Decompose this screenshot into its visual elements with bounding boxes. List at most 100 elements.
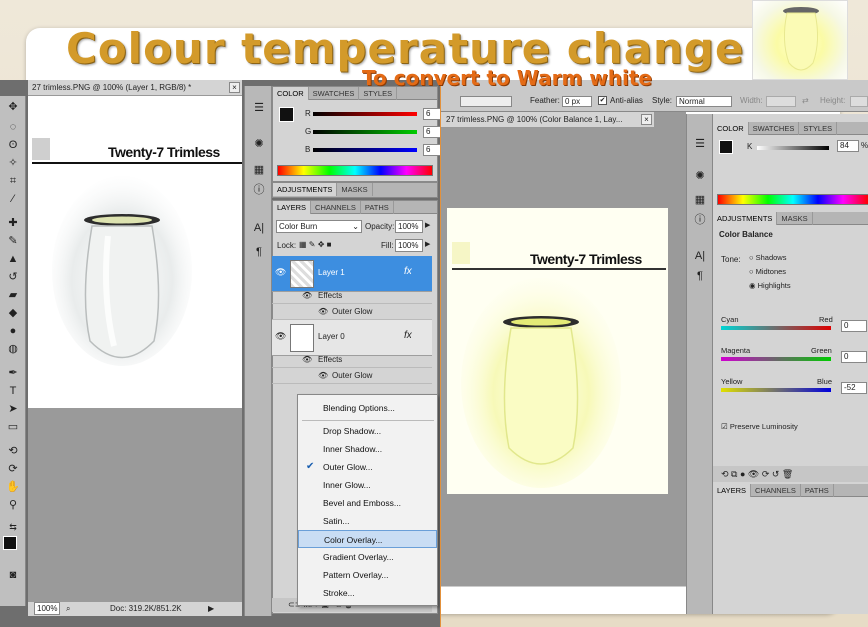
tab-swatches[interactable]: SWATCHES [749, 122, 800, 135]
yellow-blue-value[interactable]: -52 [841, 382, 867, 394]
shape-tool-icon[interactable]: ▭ [5, 420, 21, 434]
blue-bar[interactable] [313, 148, 417, 152]
move-tool-icon[interactable]: ✥ [5, 100, 21, 114]
left-document-tab[interactable]: 27 trimless.PNG @ 100% (Layer 1, RGB/8) … [28, 80, 242, 96]
fx-icon[interactable]: fx [404, 330, 412, 341]
outer-glow-row-layer-1[interactable]: 👁 Outer Glow [272, 304, 432, 320]
histogram-panel-icon[interactable]: ▦ [251, 162, 267, 178]
layer-name[interactable]: Layer 0 [318, 332, 345, 341]
adjust-footer-icons[interactable]: ⟲ ⧉ ● 👁 ⟳ ↺ 🗑 [713, 466, 868, 482]
green-bar[interactable] [313, 130, 417, 134]
histogram-panel-icon[interactable]: ▦ [692, 192, 708, 208]
layer-row-layer-1[interactable]: 👁 Layer 1 fx [272, 256, 432, 292]
opacity-field[interactable]: 100% [395, 220, 423, 233]
cyan-red-slider[interactable] [721, 326, 831, 330]
magenta-green-value[interactable]: 0 [841, 351, 867, 363]
path-select-icon[interactable]: ➤ [5, 402, 21, 416]
menu-item-pattern-overlay[interactable]: Pattern Overlay... [298, 566, 437, 584]
red-bar[interactable] [313, 112, 417, 116]
visibility-eye-icon[interactable]: 👁 [275, 331, 286, 342]
fg-color-chip[interactable] [719, 140, 733, 154]
color-spectrum-bar[interactable] [277, 165, 433, 176]
paragraph-panel-icon[interactable]: ¶ [692, 268, 708, 284]
tab-masks[interactable]: MASKS [337, 183, 373, 196]
character-panel-icon[interactable]: A| [251, 220, 267, 236]
menu-item-bevel-emboss[interactable]: Bevel and Emboss... [298, 494, 437, 512]
outer-glow-row-layer-0[interactable]: 👁 Outer Glow [272, 368, 432, 384]
style-select[interactable]: Normal [676, 96, 732, 107]
menu-item-color-overlay[interactable]: Color Overlay... [298, 530, 437, 548]
eye-icon[interactable]: 👁 [318, 304, 328, 320]
zoom-level-field[interactable]: 100% [34, 602, 60, 615]
info-panel-icon[interactable]: ⓘ [692, 212, 708, 228]
history-panel-icon[interactable]: ☰ [251, 100, 267, 116]
eye-icon[interactable]: 👁 [302, 352, 312, 368]
preserve-luminosity-checkbox[interactable]: ☑ Preserve Luminosity [721, 422, 798, 431]
height-input[interactable] [850, 96, 868, 107]
navigator-panel-icon[interactable]: ✺ [251, 136, 267, 152]
character-panel-icon[interactable]: A| [692, 248, 708, 264]
tab-color[interactable]: COLOR [713, 122, 749, 135]
menu-item-inner-shadow[interactable]: Inner Shadow... [298, 440, 437, 458]
layer-row-layer-0[interactable]: 👁 Layer 0 fx [272, 320, 432, 356]
selection-mode-icons[interactable] [460, 96, 512, 107]
yellow-blue-slider[interactable] [721, 388, 831, 392]
tone-midtones-radio[interactable]: ○ Midtones [749, 267, 786, 276]
effects-row-layer-0[interactable]: 👁 Effects [272, 352, 432, 368]
navigator-panel-icon[interactable]: ✺ [692, 168, 708, 184]
zoom-tool-icon[interactable]: ⚲ [5, 498, 21, 512]
menu-item-blending-options[interactable]: Blending Options... [298, 399, 437, 417]
swap-colors-icon[interactable]: ⇆ [5, 520, 21, 534]
left-canvas[interactable] [28, 96, 242, 408]
tab-paths[interactable]: PATHS [801, 484, 834, 497]
hand-tool-icon[interactable]: ✋ [5, 480, 21, 494]
fill-arrow-icon[interactable]: ▶ [425, 240, 430, 248]
opacity-arrow-icon[interactable]: ▶ [425, 221, 430, 229]
fill-field[interactable]: 100% [395, 239, 423, 252]
eyedropper-icon[interactable]: ⁄ [5, 192, 21, 206]
bucket-tool-icon[interactable]: ◆ [5, 306, 21, 320]
crop-tool-icon[interactable]: ⌗ [5, 174, 21, 188]
menu-item-drop-shadow[interactable]: Drop Shadow... [298, 422, 437, 440]
tab-styles[interactable]: STYLES [799, 122, 838, 135]
fg-color-chip[interactable] [279, 107, 294, 122]
brush-tool-icon[interactable]: ✎ [5, 234, 21, 248]
tab-layers[interactable]: LAYERS [273, 201, 312, 214]
foreground-color-swatch[interactable] [3, 536, 17, 550]
tab-channels[interactable]: CHANNELS [311, 201, 361, 214]
dodge-tool-icon[interactable]: ◍ [5, 342, 21, 356]
layer-name[interactable]: Layer 1 [318, 268, 345, 277]
close-icon[interactable]: × [229, 82, 240, 93]
cyan-red-value[interactable]: 0 [841, 320, 867, 332]
pen-tool-icon[interactable]: ✒ [5, 366, 21, 380]
swap-icon[interactable]: ⇄ [802, 92, 809, 110]
info-panel-icon[interactable]: ⓘ [251, 182, 267, 198]
eye-icon[interactable]: 👁 [302, 288, 312, 304]
history-brush-icon[interactable]: ↺ [5, 270, 21, 284]
k-slider[interactable] [757, 146, 829, 150]
tab-masks[interactable]: MASKS [777, 212, 813, 225]
antialias-checkbox[interactable]: ✔ [598, 96, 607, 105]
quick-mask-icon[interactable]: ◙ [5, 568, 21, 582]
menu-item-gradient-overlay[interactable]: Gradient Overlay... [298, 548, 437, 566]
tab-layers[interactable]: LAYERS [713, 484, 752, 497]
tab-color[interactable]: COLOR [273, 87, 309, 100]
fx-icon[interactable]: fx [404, 266, 412, 277]
tab-adjustments[interactable]: ADJUSTMENTS [713, 212, 778, 225]
close-icon[interactable]: × [641, 114, 652, 125]
tab-adjustments[interactable]: ADJUSTMENTS [273, 183, 338, 196]
effects-row-layer-1[interactable]: 👁 Effects [272, 288, 432, 304]
tab-channels[interactable]: CHANNELS [751, 484, 801, 497]
menu-item-stroke[interactable]: Stroke... [298, 584, 437, 602]
blend-mode-select[interactable]: Color Burn ⌄ [276, 220, 362, 233]
visibility-eye-icon[interactable]: 👁 [275, 267, 286, 278]
menu-item-inner-glow[interactable]: Inner Glow... [298, 476, 437, 494]
magic-wand-icon[interactable]: ✧ [5, 156, 21, 170]
3d-rotate-icon[interactable]: ⟲ [5, 444, 21, 458]
menu-item-satin[interactable]: Satin... [298, 512, 437, 530]
paragraph-panel-icon[interactable]: ¶ [251, 244, 267, 260]
tab-paths[interactable]: PATHS [361, 201, 394, 214]
3d-orbit-icon[interactable]: ⟳ [5, 462, 21, 476]
tone-highlights-radio[interactable]: ◉ Highlights [749, 281, 791, 290]
lasso-tool-icon[interactable]: ʘ [5, 138, 21, 152]
